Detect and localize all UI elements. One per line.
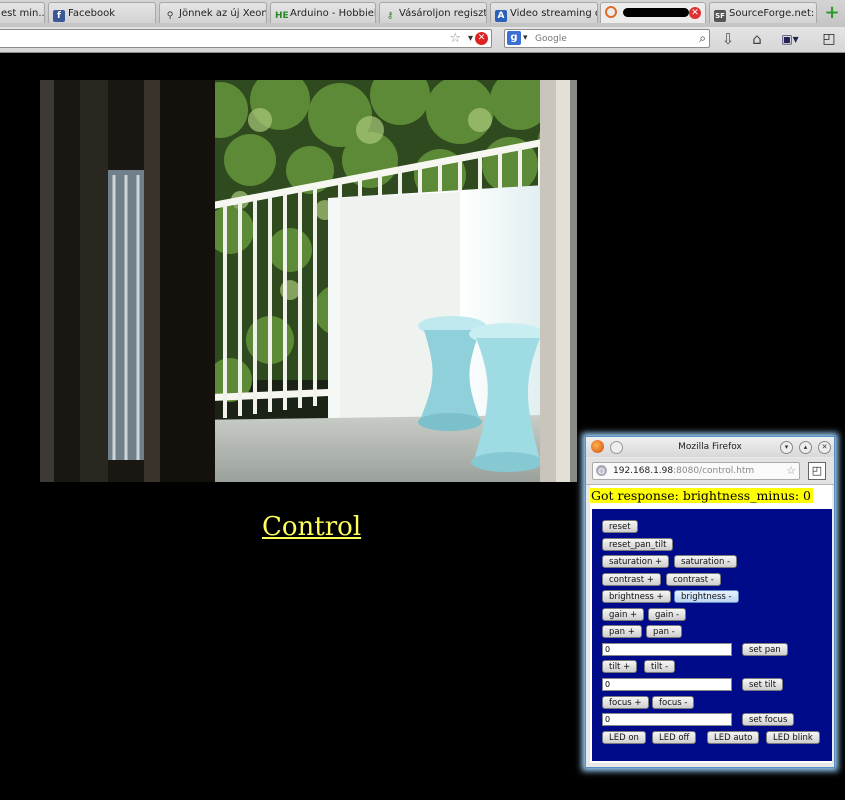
focus-plus-button[interactable]: focus + bbox=[602, 696, 649, 709]
globe-icon: ◍ bbox=[596, 465, 607, 476]
tab-label: Jönnek az új Xeon... bbox=[179, 8, 266, 19]
ac-icon: A bbox=[495, 10, 507, 22]
set-focus-button[interactable]: set focus bbox=[742, 713, 795, 726]
binoculars-icon[interactable]: ⌕ bbox=[699, 30, 706, 46]
control-panel: reset reset_pan_tilt saturation + satura… bbox=[592, 509, 832, 761]
saturation-plus-button[interactable]: saturation + bbox=[602, 555, 670, 568]
popup-titlebar[interactable]: Mozilla Firefox ▾ ▴ ✕ bbox=[586, 437, 834, 457]
minimize-icon[interactable]: ▾ bbox=[780, 441, 793, 454]
bookmarks-menu-icon[interactable]: ▣▾ bbox=[776, 29, 804, 50]
focus-minus-button[interactable]: focus - bbox=[652, 696, 695, 709]
brightness-plus-button[interactable]: brightness + bbox=[602, 590, 671, 603]
camera-frame bbox=[40, 80, 577, 482]
contrast-minus-button[interactable]: contrast - bbox=[666, 573, 721, 586]
tab-label: Arduino - Hobbiel... bbox=[290, 8, 376, 19]
led-off-button[interactable]: LED off bbox=[652, 731, 697, 744]
key-icon: ⚷ bbox=[386, 11, 394, 21]
popup-url-field[interactable]: ◍ 192.168.1.98:8080/control.htm ☆ bbox=[592, 462, 800, 480]
google-icon[interactable]: g bbox=[507, 31, 521, 45]
url-path: :8080/control.htm bbox=[673, 466, 755, 476]
saturation-minus-button[interactable]: saturation - bbox=[674, 555, 738, 568]
loading-icon bbox=[605, 6, 617, 18]
search-icon: ⚲ bbox=[166, 11, 174, 21]
close-tab-icon[interactable]: ✕ bbox=[689, 7, 701, 19]
gain-minus-button[interactable]: gain - bbox=[648, 608, 687, 621]
close-icon[interactable]: ✕ bbox=[818, 441, 831, 454]
tilt-plus-button[interactable]: tilt + bbox=[602, 660, 638, 673]
search-engine-dropdown-icon[interactable]: ▾ bbox=[523, 31, 528, 46]
tab-bar: est min... fFacebook ⚲ Jönnek az új Xeon.… bbox=[0, 0, 845, 28]
bookmark-star-icon[interactable]: ☆ bbox=[786, 463, 796, 479]
popup-title: Mozilla Firefox bbox=[678, 442, 742, 452]
tilt-input[interactable] bbox=[602, 678, 732, 691]
response-text: Got response: brightness_minus: 0 bbox=[590, 488, 813, 503]
reset-button[interactable]: reset bbox=[602, 520, 638, 533]
led-blink-button[interactable]: LED blink bbox=[766, 731, 820, 744]
reset-pan-tilt-button[interactable]: reset_pan_tilt bbox=[602, 538, 674, 551]
popup-menu-icon[interactable]: ◰ bbox=[808, 462, 826, 480]
tab-label: Vásároljon regiszt... bbox=[399, 8, 487, 19]
response-status: Got response: brightness_minus: 0 bbox=[590, 485, 832, 506]
tab-vasaroljon[interactable]: ⚷ Vásároljon regiszt... bbox=[379, 2, 487, 23]
redacted-title bbox=[623, 8, 690, 17]
address-bar[interactable]: ☆ ▾ ✕ bbox=[0, 29, 492, 48]
led-auto-button[interactable]: LED auto bbox=[707, 731, 760, 744]
tab-label: Facebook bbox=[68, 8, 115, 19]
stop-icon[interactable]: ✕ bbox=[475, 32, 488, 45]
new-tab-button[interactable]: + bbox=[823, 4, 841, 22]
contrast-plus-button[interactable]: contrast + bbox=[602, 573, 661, 586]
firefox-icon bbox=[591, 440, 604, 453]
nav-bar: ☆ ▾ ✕ g ▾ ⌕ ⇩ ⌂ ▣▾ ◰ bbox=[0, 27, 845, 53]
search-bar[interactable]: g ▾ ⌕ bbox=[504, 29, 710, 48]
tab-est[interactable]: est min... bbox=[0, 2, 45, 23]
maximize-icon[interactable]: ▴ bbox=[799, 441, 812, 454]
set-pan-button[interactable]: set pan bbox=[742, 643, 788, 656]
pan-minus-button[interactable]: pan - bbox=[646, 625, 682, 638]
tab-arduino[interactable]: HEArduino - Hobbiel... bbox=[270, 2, 376, 23]
pan-plus-button[interactable]: pan + bbox=[602, 625, 642, 638]
window-menu-icon[interactable] bbox=[610, 441, 623, 454]
download-icon[interactable]: ⇩ bbox=[718, 29, 738, 50]
gain-plus-button[interactable]: gain + bbox=[602, 608, 645, 621]
pan-input[interactable] bbox=[602, 643, 732, 656]
tab-label: Video streaming o... bbox=[510, 8, 597, 19]
bookmark-star-icon[interactable]: ☆ bbox=[449, 31, 461, 47]
tab-facebook[interactable]: f Facebook bbox=[48, 2, 156, 23]
tab-sourceforge[interactable]: SFSourceForge.net: ... bbox=[709, 2, 817, 23]
url-host: 192.168.1.98 bbox=[613, 466, 674, 476]
menu-icon[interactable]: ◰ bbox=[818, 29, 840, 50]
tab-xeon[interactable]: ⚲ Jönnek az új Xeon... bbox=[159, 2, 267, 23]
tab-video-streaming[interactable]: AVideo streaming o... bbox=[490, 2, 598, 23]
tab-active[interactable]: ✕ bbox=[600, 2, 706, 23]
led-on-button[interactable]: LED on bbox=[602, 731, 646, 744]
he-icon: HE bbox=[275, 11, 289, 21]
popup-address-row: ◍ 192.168.1.98:8080/control.htm ☆ ◰ bbox=[586, 458, 834, 485]
search-input[interactable] bbox=[535, 30, 685, 47]
tab-label: SourceForge.net: ... bbox=[729, 8, 816, 19]
tab-label: est min... bbox=[1, 8, 45, 19]
history-dropdown-icon[interactable]: ▾ bbox=[468, 31, 473, 47]
facebook-icon: f bbox=[53, 10, 65, 22]
brightness-minus-button[interactable]: brightness - bbox=[674, 590, 739, 603]
set-tilt-button[interactable]: set tilt bbox=[742, 678, 784, 691]
home-icon[interactable]: ⌂ bbox=[746, 29, 768, 50]
tilt-minus-button[interactable]: tilt - bbox=[644, 660, 676, 673]
sourceforge-icon: SF bbox=[714, 10, 726, 22]
popup-page: Got response: brightness_minus: 0 reset … bbox=[590, 485, 832, 763]
control-popup-window: Mozilla Firefox ▾ ▴ ✕ ◍ 192.168.1.98:808… bbox=[585, 436, 835, 768]
control-link[interactable]: Control bbox=[262, 512, 361, 542]
focus-input[interactable] bbox=[602, 713, 732, 726]
camera-stream bbox=[40, 80, 577, 482]
